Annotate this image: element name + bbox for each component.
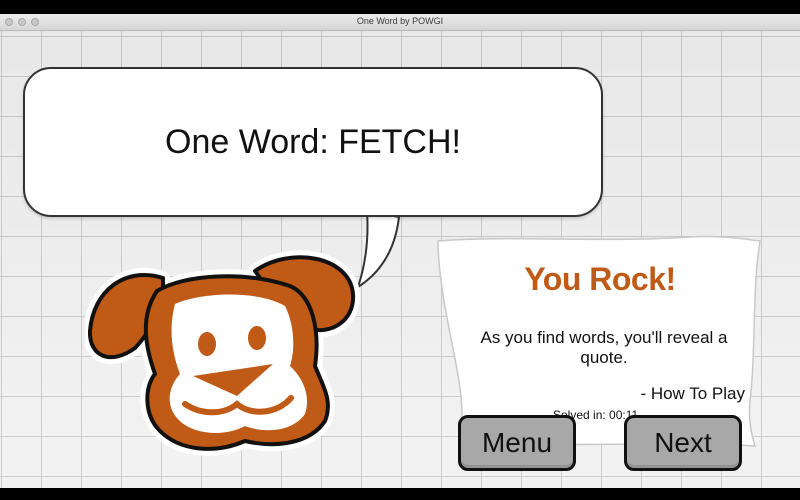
- dog-face-icon: [85, 250, 361, 456]
- quote-text: As you find words, you'll reveal a quote…: [480, 328, 728, 367]
- next-button-label: Next: [654, 427, 712, 458]
- title-bar: One Word by POWGI: [0, 14, 800, 31]
- speech-bubble-text: One Word: FETCH!: [165, 122, 461, 161]
- menu-button[interactable]: Menu: [458, 415, 576, 471]
- quote-author: - How To Play: [640, 384, 745, 403]
- game-area: One Word: FETCH! You Rock! As you find w…: [0, 31, 800, 488]
- result-heading: You Rock!: [524, 261, 676, 297]
- speech-bubble: One Word: FETCH!: [23, 67, 603, 217]
- menu-button-label: Menu: [481, 427, 553, 458]
- window-title: One Word by POWGI: [356, 16, 444, 26]
- app-window: One Word by POWGI One Word: FETCH! You R…: [0, 14, 800, 488]
- next-button[interactable]: Next: [624, 415, 742, 471]
